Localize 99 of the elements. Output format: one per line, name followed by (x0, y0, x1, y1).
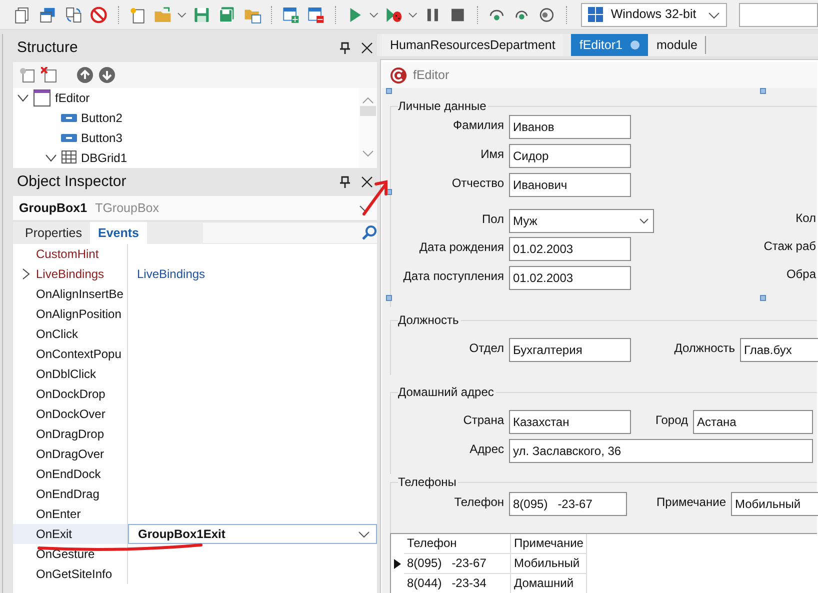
text-field[interactable]: ул. Заславского, 36 (509, 439, 813, 463)
table-cell: 8(044) -23-34 (404, 574, 511, 593)
field-label: Страна (463, 412, 504, 428)
field-label: Обра (786, 266, 816, 282)
column-header[interactable]: Примечание (511, 534, 587, 554)
component-dropdown[interactable]: GroupBox1 TGroupBox (13, 196, 377, 220)
expand-icon[interactable] (21, 268, 31, 280)
property-name[interactable]: OnClick (36, 327, 78, 341)
delete-item-icon[interactable] (41, 67, 57, 83)
pin-icon[interactable] (339, 176, 351, 188)
field-label: Дата рождения (419, 239, 504, 255)
search-field[interactable] (202, 223, 377, 243)
field-label: Адрес (470, 441, 504, 457)
modified-dot-icon (630, 40, 640, 50)
annotation-arrow (362, 180, 388, 216)
pin-icon[interactable] (339, 42, 351, 54)
panel-title: Object Inspector (17, 172, 128, 192)
table-cell: Домашний (511, 574, 587, 593)
field-label: Дата поступления (403, 268, 504, 284)
table-cell: Мобильный (511, 554, 587, 574)
property-name[interactable]: OnEndDrag (36, 487, 100, 501)
selection-handle[interactable] (760, 295, 766, 301)
text-field[interactable]: 01.02.2003 (509, 266, 631, 290)
tree-item[interactable]: Button3 (81, 129, 122, 147)
collapse-icon[interactable] (45, 152, 57, 164)
property-name[interactable]: OnDblClick (36, 367, 96, 381)
property-name[interactable]: OnDragOver (36, 447, 104, 461)
new-item-icon[interactable] (19, 67, 35, 83)
text-field[interactable]: Бухгалтерия (509, 338, 631, 362)
field-label: Должность (674, 340, 735, 356)
text-field[interactable]: Астана (693, 410, 813, 434)
text-field[interactable]: 8(095) -23-67 (509, 492, 627, 516)
column-header[interactable]: Телефон (404, 534, 511, 554)
scroll-thumb[interactable] (360, 106, 376, 116)
down-icon (362, 150, 374, 158)
field-label: Город (656, 412, 688, 428)
field-label: Стаж раб (764, 238, 816, 254)
text-field[interactable]: Иванович (509, 173, 631, 197)
field-label: Телефон (454, 494, 504, 510)
editor-tab[interactable]: fEditor1 (571, 34, 648, 56)
property-name[interactable]: OnContextPopu (36, 347, 122, 361)
dropdown[interactable]: Муж (509, 209, 654, 233)
property-name[interactable]: OnDockOver (36, 407, 106, 421)
button-icon (61, 114, 77, 122)
field-label: Кол (796, 210, 816, 226)
up-icon (362, 96, 374, 104)
search-field[interactable] (738, 2, 818, 26)
property-name[interactable]: OnDockDrop (36, 387, 106, 401)
property-value[interactable]: LiveBindings (137, 267, 206, 281)
button-icon (61, 134, 77, 142)
scrollbar[interactable] (359, 88, 377, 168)
group-title: Домашний адрес (398, 385, 496, 399)
selection-handle[interactable] (386, 88, 392, 94)
property-name[interactable]: OnEndDock (36, 467, 101, 481)
property-name[interactable]: OnEnter (36, 507, 81, 521)
search-icon (361, 225, 377, 241)
property-name[interactable]: CustomHint (36, 247, 99, 261)
field-label: Фамилия (453, 117, 504, 133)
group-title: Личные данные (398, 99, 488, 113)
property-name[interactable]: LiveBindings (36, 267, 104, 281)
selection-handle[interactable] (760, 88, 766, 94)
field-label: Имя (480, 146, 504, 162)
group-title: Телефоны (398, 475, 458, 489)
up-arrow-icon[interactable] (77, 67, 93, 83)
tree-item[interactable]: DBGrid1 (81, 149, 128, 167)
field-label: Примечание (656, 494, 726, 510)
field-label: Отдел (469, 340, 504, 356)
collapse-icon[interactable] (17, 92, 29, 104)
property-name[interactable]: OnDragDrop (36, 427, 104, 441)
text-field[interactable]: Сидор (509, 144, 631, 168)
property-name[interactable]: OnAlignInsertBe (36, 287, 124, 301)
property-name[interactable]: OnGetSiteInfo (36, 567, 112, 581)
caret-icon (639, 216, 649, 226)
app-logo-icon (390, 66, 407, 84)
text-field[interactable]: Иванов (509, 115, 631, 139)
text-field[interactable]: Глав.бух (740, 338, 818, 362)
editor-tab[interactable]: module (648, 34, 706, 56)
field-label: Пол (482, 211, 504, 227)
windows-icon (588, 7, 603, 22)
close-icon[interactable] (361, 42, 373, 54)
panel-title: Structure (17, 38, 79, 58)
selection-handle[interactable] (386, 295, 392, 301)
tab[interactable]: Properties (17, 222, 90, 244)
tab[interactable]: Events (90, 222, 147, 244)
down-arrow-icon[interactable] (99, 67, 115, 83)
property-name[interactable]: OnGesture (36, 547, 95, 561)
text-field[interactable]: 01.02.2003 (509, 237, 631, 261)
table-cell: 8(095) -23-67 (404, 554, 511, 574)
form-caption: fEditor (413, 66, 450, 84)
platform-dropdown[interactable]: Windows 32-bit (580, 2, 727, 26)
text-field[interactable]: Казахстан (509, 410, 631, 434)
tree-item[interactable]: fEditor (55, 89, 90, 107)
group-title: Должность (398, 313, 461, 327)
field-label: Отчество (452, 175, 504, 191)
property-name[interactable]: OnAlignPosition (36, 307, 122, 321)
tree-item[interactable]: Button2 (81, 109, 122, 127)
editor-tab[interactable]: HumanResourcesDepartment (382, 34, 564, 56)
close-icon[interactable] (361, 176, 373, 188)
text-field[interactable]: Мобильный (731, 492, 818, 516)
